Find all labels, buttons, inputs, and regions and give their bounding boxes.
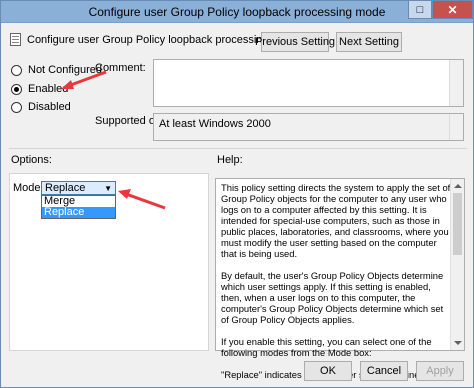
dialog-window: Configure user Group Policy loopback pro… [0,0,474,388]
help-panel: This policy setting directs the system t… [215,178,465,380]
section-divider [9,148,467,149]
scroll-thumb[interactable] [453,193,462,255]
window-title: Configure user Group Policy loopback pro… [88,5,386,19]
supported-on-field: At least Windows 2000 [153,113,464,141]
chevron-down-icon[interactable]: ▼ [104,184,112,193]
apply-button[interactable]: Apply [416,361,464,381]
close-button[interactable]: ✕ [432,1,473,19]
maximize-button[interactable]: □ [408,1,432,19]
ok-button[interactable]: OK [304,361,352,381]
help-label: Help: [217,154,243,166]
next-setting-button[interactable]: Next Setting [336,32,402,52]
cancel-button[interactable]: Cancel [360,361,408,381]
help-text: This policy setting directs the system t… [221,182,451,380]
annotation-arrow-mode [118,189,166,210]
supported-on-value: At least Windows 2000 [159,118,271,130]
annotation-arrow-enabled [61,70,107,89]
mode-dropdown-list: Merge Replace [41,195,116,219]
scroll-up-icon[interactable] [454,184,462,188]
mode-dropdown[interactable]: Replace ▼ [41,181,116,195]
options-label: Options: [11,154,52,166]
radio-button[interactable] [11,83,22,95]
radio-button[interactable] [11,64,22,76]
comment-field[interactable] [153,59,464,107]
policy-document-icon [10,33,21,46]
mode-label: Mode: [13,182,44,194]
mode-selected-value: Replace [45,182,86,194]
radio-disabled[interactable]: Disabled [11,101,71,113]
radio-button[interactable] [11,101,22,113]
mode-option-replace[interactable]: Replace [42,207,115,218]
radio-label: Disabled [28,101,71,113]
help-scrollbar[interactable] [450,179,464,350]
title-bar[interactable]: Configure user Group Policy loopback pro… [1,1,473,23]
scroll-down-icon[interactable] [454,341,462,345]
previous-setting-button[interactable]: Previous Setting [255,32,335,52]
